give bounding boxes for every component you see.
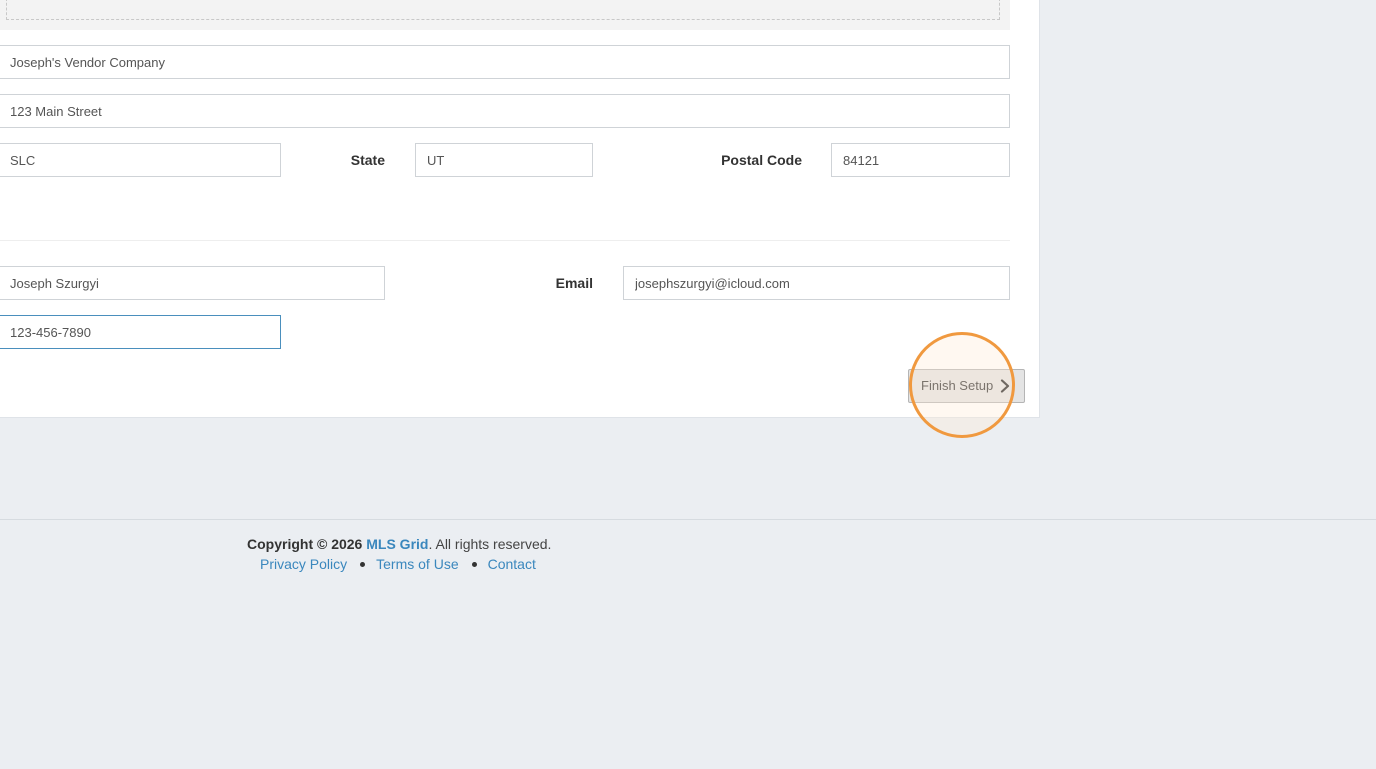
postal-code-input[interactable] — [831, 143, 1010, 177]
copyright-prefix: Copyright © 2026 — [247, 536, 363, 552]
email-input[interactable] — [623, 266, 1010, 300]
email-label: Email — [555, 275, 593, 291]
upload-dropzone-border — [6, 0, 1000, 20]
copyright-notice: Copyright © 2026 MLS Grid. All rights re… — [247, 536, 551, 552]
address-input[interactable] — [0, 94, 1010, 128]
postal-code-label: Postal Code — [721, 152, 802, 168]
finish-setup-label: Finish Setup — [921, 378, 994, 393]
contact-name-input[interactable] — [0, 266, 385, 300]
state-input[interactable] — [415, 143, 593, 177]
brand-link[interactable]: MLS Grid — [366, 536, 428, 552]
company-name-input[interactable] — [0, 45, 1010, 79]
chevron-right-icon — [1000, 379, 1010, 393]
finish-setup-button[interactable]: Finish Setup — [908, 369, 1025, 403]
bullet-separator — [360, 562, 366, 568]
footer-links: Privacy Policy Terms of Use Contact — [260, 556, 536, 572]
city-input[interactable] — [0, 143, 281, 177]
privacy-policy-link[interactable]: Privacy Policy — [260, 556, 347, 572]
bullet-separator — [471, 562, 477, 568]
vendor-setup-card: State Postal Code Email — [0, 0, 1040, 418]
page: State Postal Code Email Finish Setup Cop… — [0, 0, 1376, 769]
copyright-suffix: . All rights reserved. — [428, 536, 552, 552]
contact-link[interactable]: Contact — [488, 556, 536, 572]
upload-area[interactable] — [0, 0, 1010, 30]
state-label: State — [350, 152, 385, 168]
section-divider — [0, 240, 1010, 241]
terms-of-use-link[interactable]: Terms of Use — [376, 556, 458, 572]
footer-divider — [0, 519, 1376, 520]
phone-input[interactable] — [0, 315, 281, 349]
